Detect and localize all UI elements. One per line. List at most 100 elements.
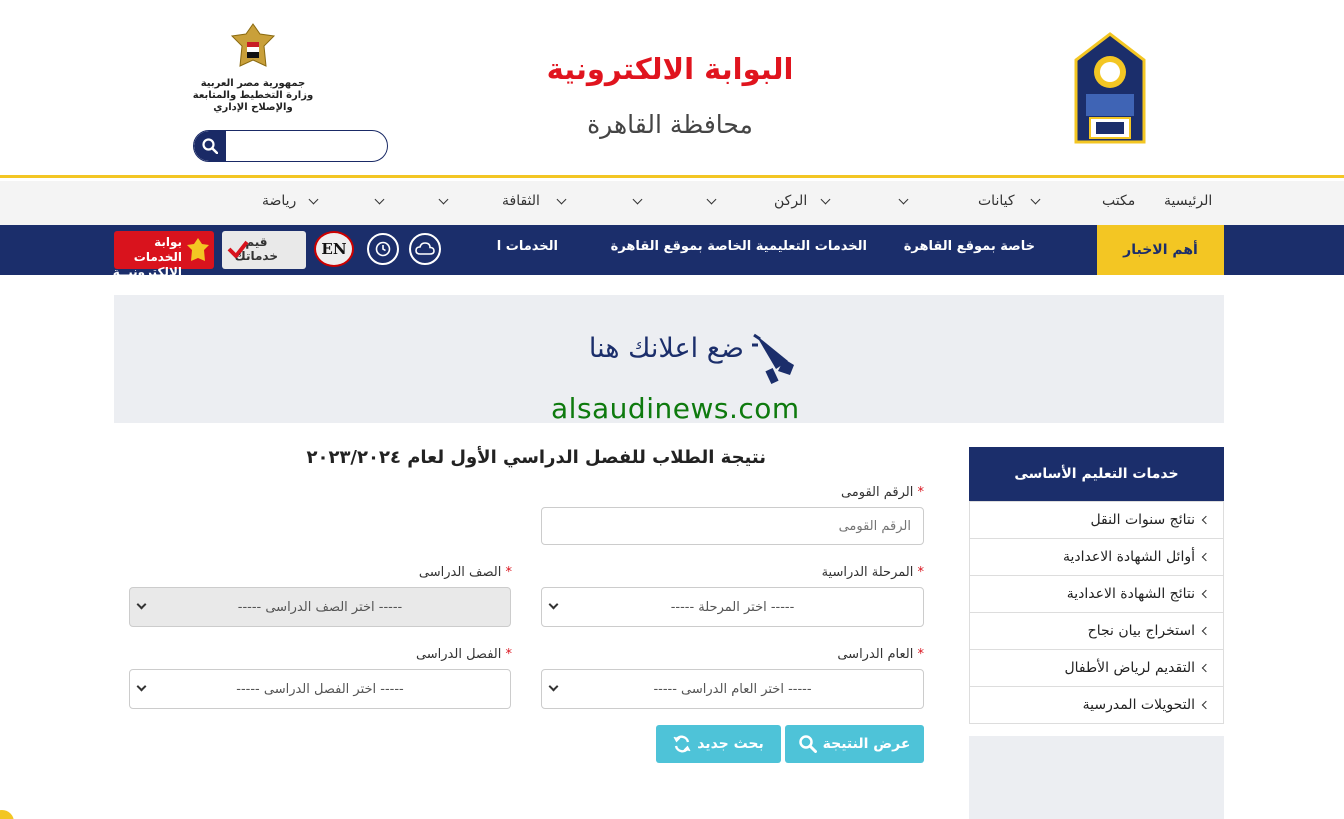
chevron-down-icon: [136, 681, 147, 692]
show-result-button[interactable]: عرض النتيجة: [785, 725, 924, 763]
search-icon: [202, 138, 218, 154]
megaphone-icon: [752, 333, 794, 385]
year-select[interactable]: ----- اختر العام الدراسى -----: [541, 669, 924, 709]
term-label: * الفصل الدراسى: [368, 647, 512, 662]
sidebar-item[interactable]: استخراج بيان نجاح: [970, 612, 1223, 649]
egypt-eagle-emblem: [230, 23, 276, 67]
sidebar-item[interactable]: نتائج الشهادة الاعدادية: [970, 575, 1223, 612]
sidebar-item-label: نتائج سنوات النقل: [1090, 512, 1195, 528]
national-id-input[interactable]: [541, 507, 924, 545]
required-mark: *: [917, 485, 925, 500]
stage-label: * المرحلة الدراسية: [780, 565, 924, 580]
eservices-portal-badge[interactable]: بوابة الخدمات الإلكترونيــة: [113, 231, 214, 279]
stage-select[interactable]: ----- اختر المرحلة -----: [541, 587, 924, 627]
new-search-button[interactable]: بحث جديد: [656, 725, 781, 763]
chevron-down-icon[interactable]: [898, 194, 909, 205]
required-mark: *: [505, 565, 513, 580]
sidebar-item-label: نتائج الشهادة الاعدادية: [1066, 586, 1195, 602]
chevron-down-icon[interactable]: [706, 194, 717, 205]
sidebar-list: نتائج سنوات النقل أوائل الشهادة الاعدادي…: [969, 501, 1224, 724]
grade-label: * الصف الدراسى: [368, 565, 512, 580]
clock-icon[interactable]: [367, 233, 399, 265]
term-label-text: الفصل الدراسى: [415, 647, 502, 662]
new-search-label: بحث جديد: [697, 736, 764, 752]
cloud-icon[interactable]: [409, 233, 441, 265]
ticker-item[interactable]: الخدمات ا: [497, 239, 558, 254]
national-id-label: * الرقم القومى: [780, 485, 924, 500]
chevron-down-icon: [136, 599, 147, 610]
sidebar-item[interactable]: أوائل الشهادة الاعدادية: [970, 538, 1223, 575]
sidebar-item[interactable]: نتائج سنوات النقل: [970, 501, 1223, 538]
required-mark: *: [917, 647, 925, 662]
ad-placeholder-text: ضع اعلانك هنا: [588, 333, 744, 364]
chevron-left-icon: [1201, 663, 1211, 673]
year-label: * العام الدراسى: [780, 647, 924, 662]
chevron-down-icon[interactable]: [1030, 194, 1041, 205]
chevron-down-icon[interactable]: [632, 194, 643, 205]
chevron-left-icon: [1201, 626, 1211, 636]
grade-select[interactable]: ----- اختر الصف الدراسى -----: [129, 587, 511, 627]
search-input[interactable]: [228, 131, 386, 161]
main-nav: الرئيسية مكتب كيانات الركن الثقافة رياضة: [0, 181, 1344, 225]
cairo-governorate-logo[interactable]: [1072, 32, 1148, 146]
sidebar-item[interactable]: التحويلات المدرسية: [970, 686, 1223, 723]
chevron-down-icon[interactable]: [374, 194, 385, 205]
watermark-text: alsaudinews.com: [551, 392, 800, 425]
nav-culture[interactable]: الثقافة: [502, 193, 540, 209]
sidebar-item-label: أوائل الشهادة الاعدادية: [1063, 549, 1195, 565]
nav-corner[interactable]: الركن: [774, 193, 807, 209]
form-title: نتيجة الطلاب للفصل الدراسي الأول لعام ٢٠…: [306, 447, 766, 468]
news-label: أهم الاخبار: [1097, 225, 1224, 275]
chevron-down-icon[interactable]: [308, 194, 319, 205]
portal-title: البوابة الالكترونية: [546, 52, 794, 86]
required-mark: *: [917, 565, 925, 580]
show-result-label: عرض النتيجة: [822, 736, 911, 752]
rate-line2: خدماتك: [234, 249, 278, 263]
nav-office[interactable]: مكتب: [1102, 193, 1135, 209]
search-button[interactable]: [194, 131, 226, 161]
refresh-icon: [673, 735, 691, 753]
nav-entities[interactable]: كيانات: [978, 193, 1015, 209]
sidebar-item-label: التحويلات المدرسية: [1082, 697, 1195, 713]
year-label-text: العام الدراسى: [837, 647, 914, 662]
grade-label-text: الصف الدراسى: [418, 565, 502, 580]
sidebar-title: خدمات التعليم الأساسى: [969, 447, 1224, 501]
rate-services-badge[interactable]: قيم خدماتك: [222, 231, 306, 269]
term-select[interactable]: ----- اختر الفصل الدراسى -----: [129, 669, 511, 709]
chevron-down-icon: [548, 681, 559, 692]
ministry-name: جمهورية مصر العربية وزارة التخطيط والمتا…: [180, 78, 326, 114]
chevron-left-icon: [1201, 700, 1211, 710]
chevron-down-icon[interactable]: [438, 194, 449, 205]
sidebar-item-label: استخراج بيان نجاح: [1087, 623, 1195, 639]
ticker-item[interactable]: خاصة بموقع القاهرة: [904, 239, 1035, 254]
stage-label-text: المرحلة الدراسية: [821, 565, 914, 580]
rate-line1: قيم: [245, 235, 268, 249]
chevron-down-icon[interactable]: [556, 194, 567, 205]
search-box: [193, 130, 388, 162]
sidebar-item[interactable]: التقديم لرياض الأطفال: [970, 649, 1223, 686]
required-mark: *: [505, 647, 513, 662]
news-ticker: خاصة بموقع القاهرة الخدمات التعليمية الخ…: [490, 225, 1035, 275]
site-header: البوابة الالكترونية محافظة القاهرة جمهور…: [0, 0, 1344, 178]
grade-select-value: ----- اختر الصف الدراسى -----: [237, 599, 403, 615]
nav-home[interactable]: الرئيسية: [1164, 193, 1212, 209]
term-select-value: ----- اختر الفصل الدراسى -----: [236, 681, 404, 697]
national-id-label-text: الرقم القومى: [840, 485, 914, 500]
year-select-value: ----- اختر العام الدراسى -----: [653, 681, 812, 697]
ministry-line1: جمهورية مصر العربية: [200, 78, 306, 89]
eservices-line2: الإلكترونيــة: [112, 265, 182, 279]
eservices-line1: بوابة الخدمات: [133, 235, 182, 264]
chevron-left-icon: [1201, 515, 1211, 525]
chevron-down-icon[interactable]: [820, 194, 831, 205]
search-icon: [798, 735, 817, 753]
governorate-name: محافظة القاهرة: [587, 110, 753, 139]
ticker-item[interactable]: الخدمات التعليمية الخاصة بموقع القاهرة: [611, 239, 867, 254]
nav-sports[interactable]: رياضة: [262, 193, 296, 209]
chevron-left-icon: [1201, 552, 1211, 562]
chevron-left-icon: [1201, 589, 1211, 599]
english-language-button[interactable]: EN: [314, 231, 354, 267]
floating-widget[interactable]: [0, 810, 14, 819]
eagle-seal-icon: [187, 238, 209, 261]
chevron-down-icon: [548, 599, 559, 610]
ministry-line2: وزارة التخطيط والمتابعة والإصلاح الإداري: [192, 90, 314, 113]
